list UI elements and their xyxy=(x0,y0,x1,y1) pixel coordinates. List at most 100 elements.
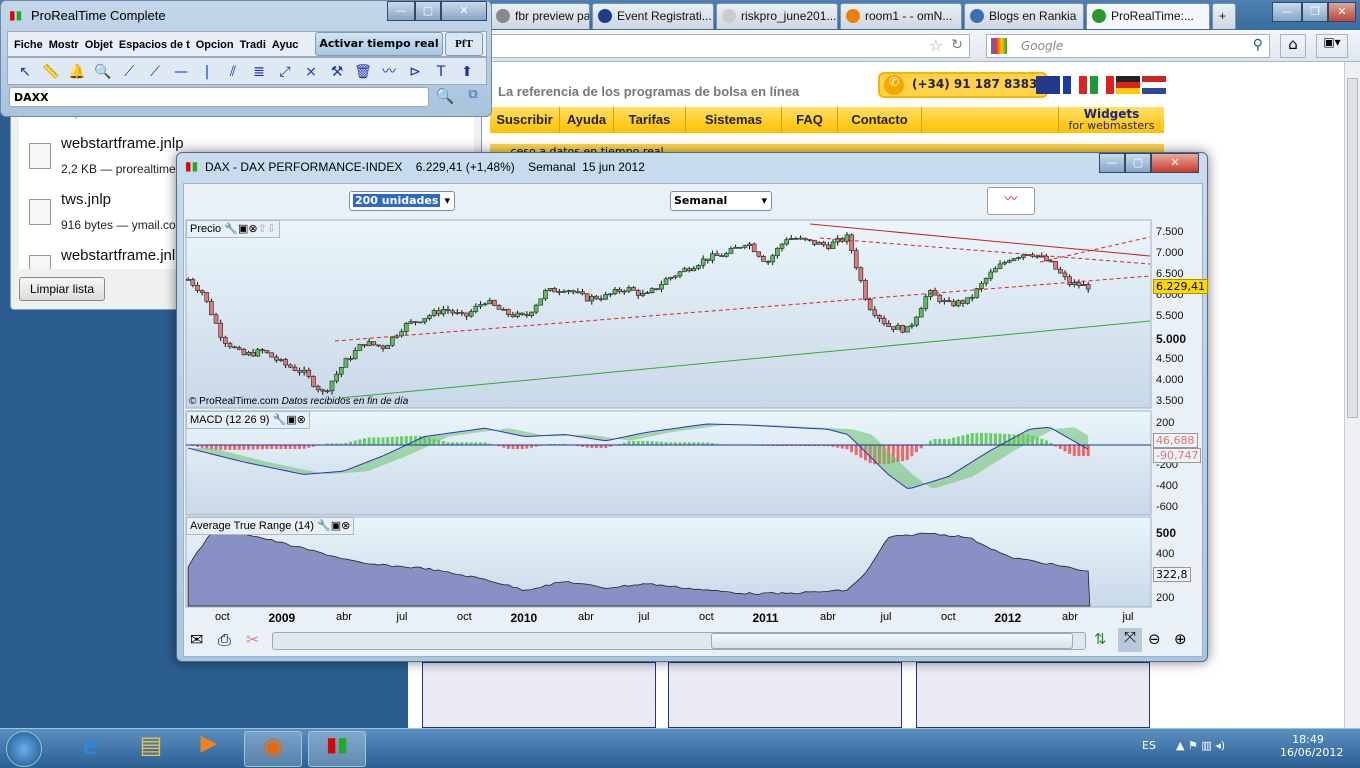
macd-panel xyxy=(185,410,1152,516)
candle xyxy=(918,306,924,318)
atr-panel-label: Average True Range (14) 🔧▣⊗ xyxy=(186,517,355,535)
wrench-icon[interactable]: 🔧 xyxy=(273,414,287,426)
macd-histogram-bar xyxy=(1068,445,1072,454)
candle xyxy=(965,297,970,305)
macd-histogram-bar xyxy=(993,433,997,445)
macd-histogram-bar xyxy=(956,436,960,445)
window-icon[interactable]: ▣ xyxy=(331,520,341,532)
firefox-icon[interactable]: ◉ xyxy=(244,731,302,767)
clock[interactable]: 18:49 16/06/2012 xyxy=(1280,733,1343,759)
macd-histogram-bar xyxy=(247,445,251,450)
internet-explorer-icon[interactable]: e xyxy=(62,731,120,767)
price-tick: 4.000 xyxy=(1156,373,1184,386)
macd-histogram-bar xyxy=(274,445,278,450)
zoom-out-icon[interactable]: ⊖ xyxy=(1148,630,1161,648)
close-panel-icon[interactable]: ⊗ xyxy=(248,223,257,235)
x-tick: abr xyxy=(336,611,352,623)
zoom-fit-icon[interactable]: ⤧ xyxy=(1118,628,1142,652)
candle xyxy=(904,326,910,333)
candle xyxy=(849,233,854,254)
macd-histogram-bar xyxy=(627,441,631,445)
macd-histogram-bar xyxy=(655,441,659,445)
macd-histogram-bar xyxy=(845,445,849,450)
macd-histogram-bar xyxy=(302,445,306,449)
macd-histogram-bar xyxy=(372,437,376,445)
macd-histogram-bar xyxy=(265,445,269,450)
move-down-icon[interactable]: ⇩ xyxy=(267,223,276,235)
macd-histogram-bar xyxy=(952,437,956,445)
macd-histogram-bar xyxy=(905,445,909,461)
signal-value-tag: -90,747 xyxy=(1153,448,1202,463)
tray-icons[interactable]: ▲ ⚑ ▥ ◂) xyxy=(1176,739,1225,752)
candle xyxy=(343,357,349,368)
explorer-icon[interactable]: ▤ xyxy=(122,731,180,767)
price-panel-label: Precio 🔧▣⊗⇧⇩ xyxy=(186,220,281,238)
macd-histogram-bar xyxy=(260,445,264,450)
candle xyxy=(390,336,395,347)
start-button[interactable] xyxy=(6,731,42,767)
macd-histogram-bar xyxy=(1077,445,1081,457)
candle xyxy=(900,324,905,334)
candle xyxy=(213,312,219,324)
macd-histogram-bar xyxy=(979,432,983,445)
macd-histogram-bar xyxy=(928,440,932,445)
macd-histogram-bar xyxy=(516,445,520,450)
macd-histogram-bar xyxy=(632,440,636,445)
disconnect-icon[interactable]: ✂ xyxy=(246,630,259,649)
close-panel-icon[interactable]: ⊗ xyxy=(297,414,306,426)
macd-histogram-bar xyxy=(233,445,237,450)
candle xyxy=(269,352,275,358)
wrench-icon[interactable]: 🔧 xyxy=(317,520,331,532)
email-icon[interactable]: ✉ xyxy=(190,630,203,649)
candle xyxy=(357,343,363,351)
media-player-icon[interactable]: ▶ xyxy=(180,731,238,767)
macd-value-tag: 46,688 xyxy=(1153,433,1198,448)
autoscale-icon[interactable]: ⇅ xyxy=(1094,630,1107,648)
x-tick: oct xyxy=(215,611,230,623)
chart-horizontal-scrollbar[interactable] xyxy=(272,632,1086,650)
wrench-icon[interactable]: 🔧 xyxy=(224,223,238,235)
candle xyxy=(867,297,873,311)
candle xyxy=(761,255,766,262)
close-panel-icon[interactable]: ⊗ xyxy=(341,520,350,532)
macd-histogram-bar xyxy=(288,445,292,450)
macd-tick: -400 xyxy=(1156,480,1179,492)
window-icon[interactable]: ▣ xyxy=(238,223,248,235)
macd-histogram-bar xyxy=(901,445,905,462)
candle xyxy=(751,242,757,253)
macd-histogram-bar xyxy=(854,445,858,455)
macd-histogram-bar xyxy=(251,445,255,450)
macd-histogram-bar xyxy=(961,435,965,445)
macd-histogram-bar xyxy=(915,445,919,453)
macd-panel-label: MACD (12 26 9) 🔧▣⊗ xyxy=(186,411,310,429)
macd-histogram-bar xyxy=(353,440,357,445)
candle xyxy=(923,293,929,312)
macd-histogram-bar xyxy=(989,433,993,445)
print-icon[interactable]: ⎙ xyxy=(218,630,231,650)
move-up-icon[interactable]: ⇧ xyxy=(258,223,267,235)
scrollbar-thumb[interactable] xyxy=(711,633,1073,649)
macd-histogram-bar xyxy=(919,445,923,449)
window-icon[interactable]: ▣ xyxy=(286,414,296,426)
atr-tick: 200 xyxy=(1156,592,1175,604)
candle xyxy=(311,375,316,388)
price-tick: 5.000 xyxy=(1156,331,1187,346)
language-indicator[interactable]: ES xyxy=(1142,739,1156,752)
macd-histogram-bar xyxy=(298,445,302,450)
macd-histogram-bar xyxy=(395,436,399,445)
atr-value-tag: 322,8 xyxy=(1153,567,1191,582)
macd-histogram-bar xyxy=(279,445,283,450)
macd-histogram-bar xyxy=(641,440,645,445)
chart-bottom-toolbar: ✉ ⎙ ✂ ⇅ ⤧ ⊖ ⊕ xyxy=(184,628,1200,654)
macd-histogram-bar xyxy=(840,445,844,449)
macd-histogram-bar xyxy=(390,436,394,445)
candle xyxy=(385,344,390,349)
macd-histogram-bar xyxy=(966,434,970,445)
macd-histogram-bar xyxy=(970,433,974,445)
x-tick: oct xyxy=(457,611,472,623)
macd-histogram-bar xyxy=(511,445,515,450)
zoom-in-icon[interactable]: ⊕ xyxy=(1174,630,1187,648)
candle xyxy=(853,247,859,270)
macd-histogram-bar xyxy=(636,440,640,445)
prorealtime-taskbar-icon[interactable]: ▮▮ xyxy=(308,731,366,767)
